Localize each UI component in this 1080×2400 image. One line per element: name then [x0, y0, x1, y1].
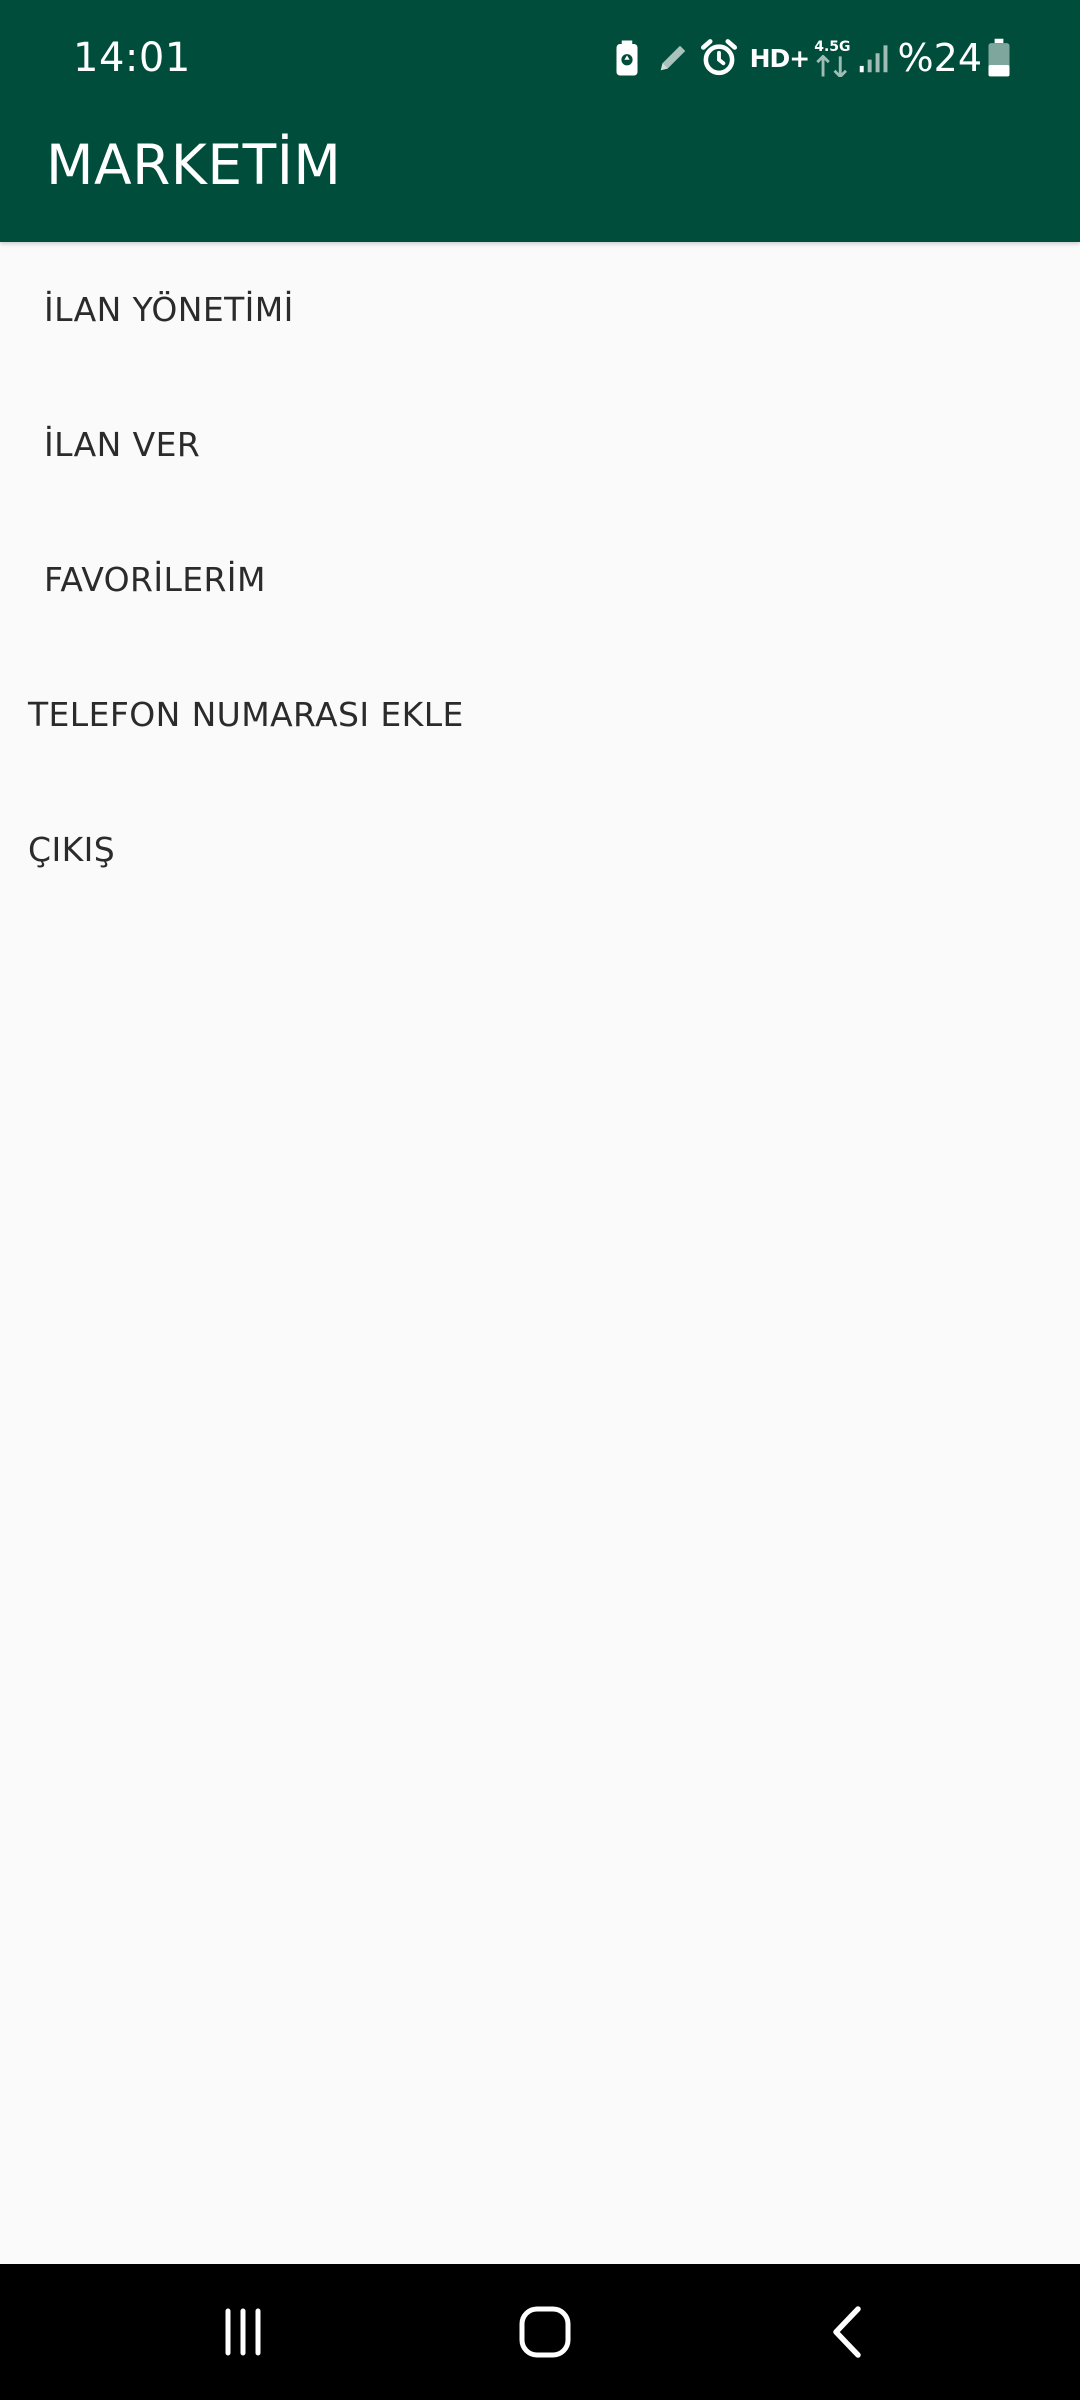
app-screen: 14:01 HD+ 4.5G %24 MARKETİM İLAN YÖNETİM…: [0, 0, 1080, 2400]
status-icons: HD+ 4.5G %24: [602, 29, 1012, 87]
menu-item-ilan-ver[interactable]: İLAN VER: [0, 377, 1080, 512]
menu-list: İLAN YÖNETİMİ İLAN VER FAVORİLERİM TELEF…: [0, 242, 1080, 1264]
system-nav-bar: [0, 2264, 1080, 2400]
pen-icon: [652, 37, 694, 79]
network-type-label: 4.5G: [814, 38, 851, 55]
home-icon[interactable]: [505, 2292, 585, 2372]
battery-icon: [986, 37, 1012, 79]
recent-apps-icon[interactable]: [203, 2292, 283, 2372]
menu-item-favorilerim[interactable]: FAVORİLERİM: [0, 512, 1080, 647]
battery-saver-icon: [606, 37, 648, 79]
hd-voice-icon: HD+: [749, 43, 811, 73]
data-arrows-icon: 4.5G: [813, 38, 851, 78]
battery-percent: %24: [897, 36, 982, 80]
back-icon[interactable]: [807, 2292, 887, 2372]
signal-icon: [855, 37, 893, 79]
page-title: MARKETİM: [46, 133, 342, 197]
alarm-icon: [698, 37, 740, 79]
status-time: 14:01: [73, 35, 191, 81]
menu-item-cikis[interactable]: ÇIKIŞ: [0, 782, 1080, 917]
app-header: 14:01 HD+ 4.5G %24 MARKETİM: [0, 0, 1080, 242]
menu-item-ilan-yonetimi[interactable]: İLAN YÖNETİMİ: [0, 242, 1080, 377]
menu-item-telefon-numarasi-ekle[interactable]: TELEFON NUMARASI EKLE: [0, 647, 1080, 782]
